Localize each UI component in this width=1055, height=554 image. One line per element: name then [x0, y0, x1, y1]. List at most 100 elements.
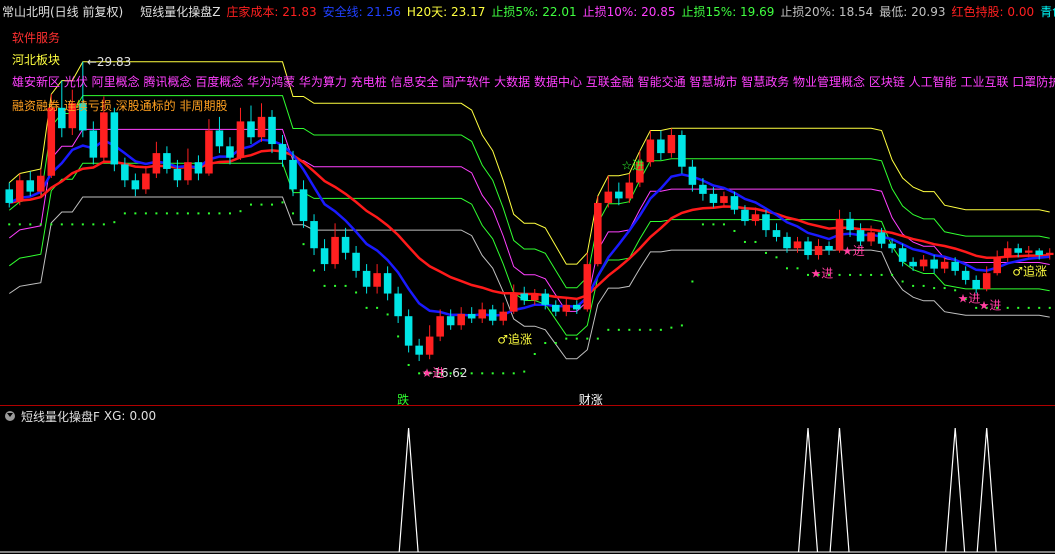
candle-body [982, 273, 991, 290]
candle-body [320, 248, 329, 265]
candle-body [47, 107, 56, 176]
candle-body [121, 164, 129, 181]
main-chart-panel[interactable]: ←29.83 ←16.62 ★进 ♂追涨 ☆进 ★进 ★进 ★进 ★进 ♂追涨跌财涨 软件服务 河北板… [0, 0, 1055, 406]
candle-body [594, 202, 602, 265]
candle-body [762, 214, 770, 231]
support-dot [565, 337, 568, 340]
support-dot [586, 337, 589, 340]
indicator-titlebar: 常山北明(日线 前复权) 短线量化操盘Z 庄家成本: 21.83 安全线: 21.… [0, 0, 1055, 22]
candle-body [541, 293, 550, 305]
candle-body [488, 309, 497, 321]
sub-indicator-menu-icon[interactable] [5, 411, 15, 421]
support-dot [397, 335, 400, 338]
candle-body [467, 313, 476, 319]
xg-signal-chart[interactable] [0, 406, 1055, 554]
candle-body [688, 166, 697, 185]
support-dot [355, 291, 358, 294]
candle-body [741, 209, 749, 222]
support-dot [113, 221, 116, 224]
candle-body [646, 139, 655, 163]
candle-body [846, 218, 854, 231]
candle-body [530, 293, 539, 301]
candle-body [961, 270, 970, 280]
xg-label: XG: [103, 409, 126, 423]
support-dot [123, 212, 126, 215]
candle-body [404, 316, 413, 346]
indicator-value-6: 止损20%: 18.54 [780, 4, 874, 19]
candle-body [173, 168, 182, 181]
support-dot [764, 251, 767, 254]
candle-body [814, 245, 823, 256]
caizhang-label: 财涨 [579, 392, 603, 405]
support-dot [554, 342, 557, 345]
candle-body [709, 193, 718, 203]
candle-body [215, 130, 224, 147]
candle-body [867, 232, 875, 242]
candle-body [951, 261, 959, 271]
candle-body [972, 279, 980, 290]
candle-body [110, 112, 119, 165]
candle-body [772, 230, 781, 237]
candle-body [478, 309, 486, 319]
support-dot [92, 223, 95, 226]
support-dot [60, 223, 63, 226]
support-dot [281, 201, 284, 204]
candle-body [783, 236, 791, 249]
support-dot [71, 223, 74, 226]
candle-body [310, 221, 318, 249]
support-dot [18, 223, 21, 226]
support-dot [481, 372, 484, 375]
indicator-value-1: 安全线: 21.56 [322, 4, 401, 19]
sub-chart-panel[interactable]: 短线量化操盘F XG: 0.00 [0, 406, 1055, 554]
xg-value: 0.00 [129, 409, 157, 423]
support-dot [638, 328, 641, 331]
support-dot [249, 203, 252, 206]
candle-body [730, 196, 739, 210]
support-dot [849, 273, 852, 276]
buy-signal-label: ★进 [422, 366, 445, 380]
candle-body [499, 311, 508, 321]
stock-name: 常山北明(日线 前复权) [2, 4, 124, 19]
candle-body [373, 273, 381, 287]
candle-body [89, 130, 98, 158]
support-dot [649, 328, 652, 331]
chase-signal-label: ♂追涨 [497, 331, 532, 346]
support-dot [1006, 306, 1009, 309]
sub-indicator-name[interactable]: 短线量化操盘F [21, 408, 100, 425]
support-dot [722, 223, 725, 226]
support-dot [796, 267, 799, 270]
support-dot [50, 223, 53, 226]
support-dot [1017, 306, 1020, 309]
support-dot [155, 212, 158, 215]
candle-body [562, 304, 571, 312]
candle-body [278, 144, 287, 160]
support-dot [670, 326, 673, 329]
cost-line [9, 149, 1050, 301]
support-dot [218, 212, 221, 215]
candle-body [919, 259, 928, 267]
support-dot [701, 223, 704, 226]
support-dot [1048, 306, 1051, 309]
support-dot [596, 337, 599, 340]
candle-body [667, 134, 676, 154]
support-dot [260, 203, 263, 206]
support-dot [743, 240, 746, 243]
support-dot [891, 273, 894, 276]
candle-body [509, 293, 518, 312]
support-dot [39, 223, 42, 226]
support-dot [344, 284, 347, 287]
indicator-value-8: 红色持股: 0.00 [951, 4, 1035, 19]
indicator-value-4: 止损10%: 20.85 [582, 4, 676, 19]
support-dot [807, 273, 810, 276]
candle-body [205, 130, 213, 174]
candle-body [1035, 250, 1044, 256]
support-dot [754, 240, 757, 243]
indicator-name[interactable]: 短线量化操盘Z [140, 3, 220, 20]
candle-body [131, 180, 140, 190]
die-label: 跌 [397, 392, 409, 405]
candlestick-chart[interactable]: ←29.83←16.62★进♂追涨☆进★进★进★进★进♂追涨跌 财涨软件服务河北板… [0, 0, 1055, 405]
candle-body [856, 230, 865, 242]
support-dot [334, 284, 337, 287]
support-dot [712, 223, 715, 226]
candle-body [226, 146, 234, 158]
